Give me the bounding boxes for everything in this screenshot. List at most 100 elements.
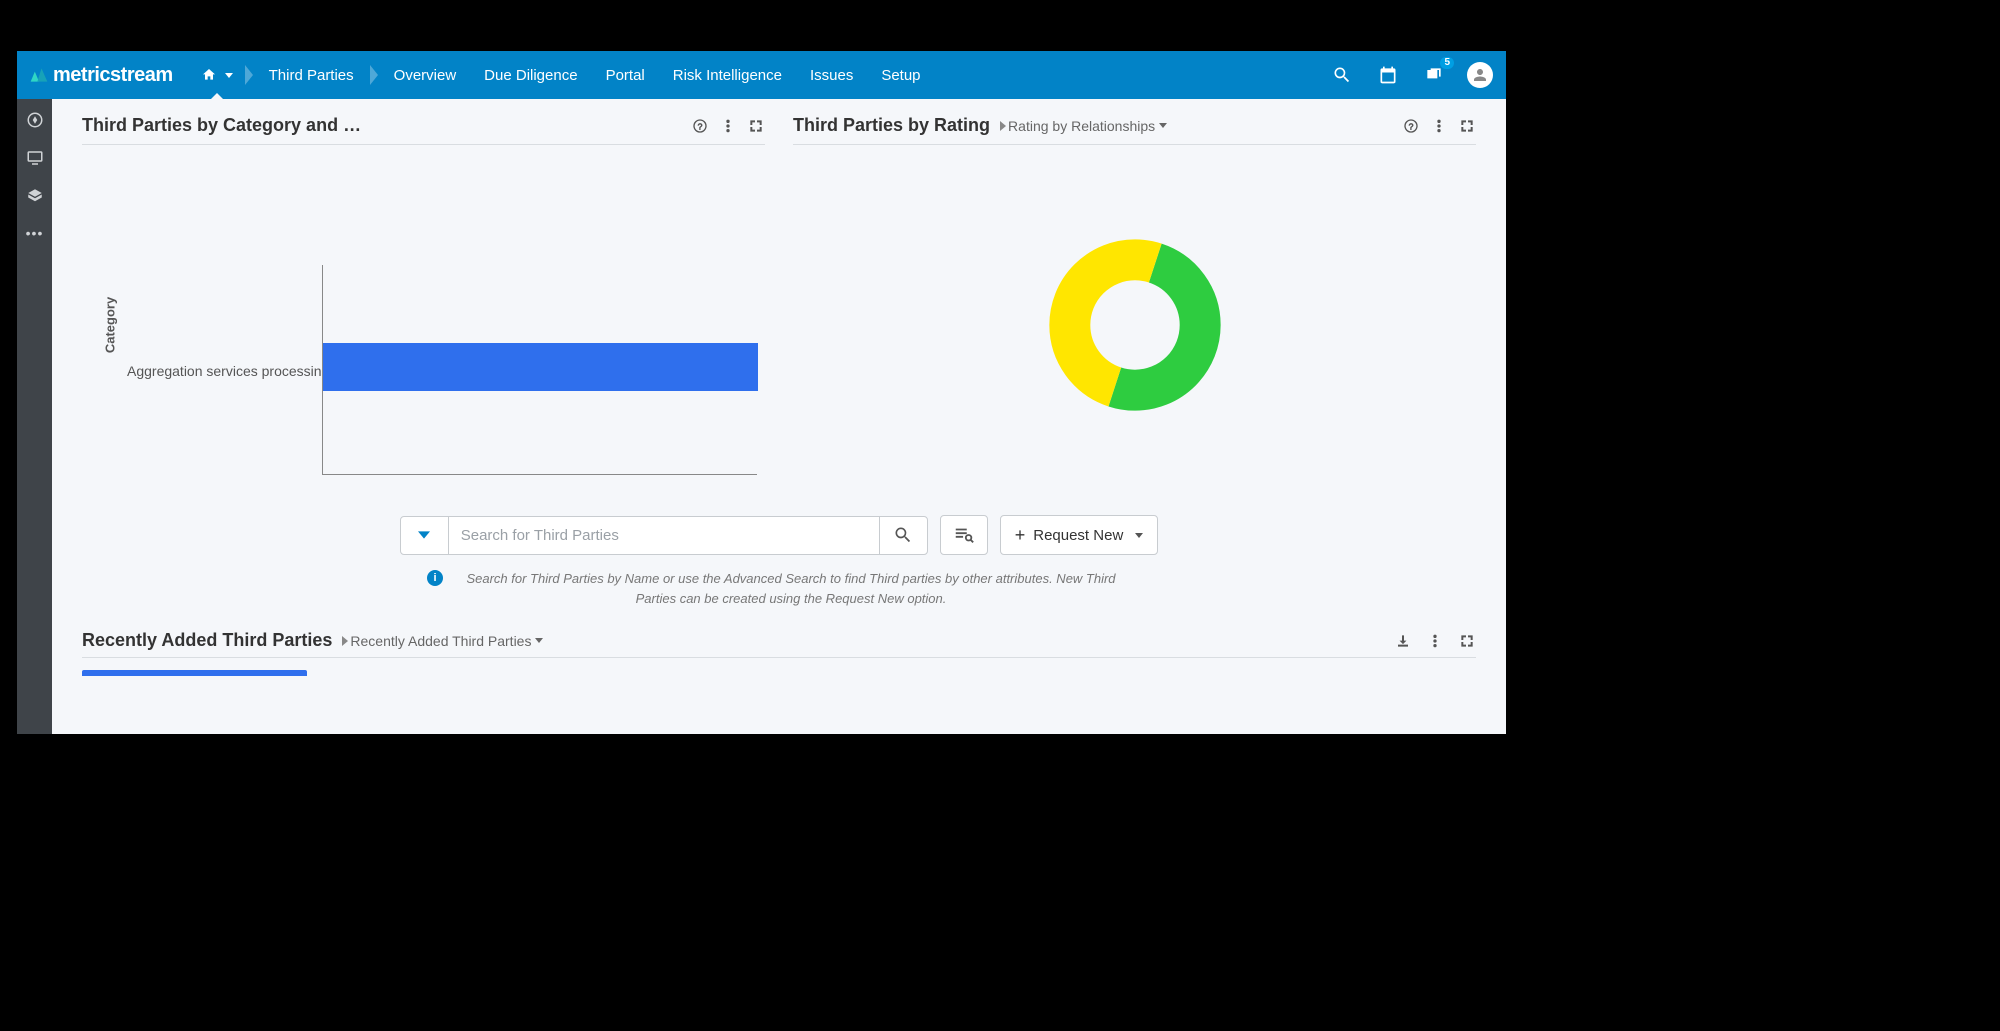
nav-item-issues[interactable]: Issues — [796, 51, 867, 99]
expand-button[interactable] — [1458, 117, 1476, 135]
search-icon — [1332, 65, 1352, 85]
svg-text:?: ? — [698, 121, 703, 131]
kebab-icon — [1427, 633, 1443, 649]
expand-icon — [1459, 118, 1475, 134]
donut-chart — [793, 145, 1476, 505]
export-icon — [1395, 633, 1411, 649]
search-button[interactable] — [1328, 61, 1356, 89]
search-type-dropdown[interactable] — [401, 517, 449, 554]
expand-icon — [1459, 633, 1475, 649]
top-nav: metricstream Third Parties Overview Due … — [17, 51, 1506, 99]
nav-separator-icon — [370, 65, 378, 85]
more-icon[interactable]: ••• — [26, 225, 44, 241]
menu-button[interactable] — [719, 117, 737, 135]
plus-icon: + — [1015, 525, 1026, 546]
chevron-down-icon — [1135, 533, 1143, 538]
search-group — [400, 516, 928, 555]
recent-dropdown[interactable]: Recently Added Third Parties — [342, 633, 543, 649]
calendar-button[interactable] — [1374, 61, 1402, 89]
widget-title: Third Parties by Category and Critical..… — [82, 115, 372, 136]
home-button[interactable] — [191, 51, 243, 99]
nav-label: Issues — [810, 67, 853, 84]
nav-label: Due Diligence — [484, 67, 577, 84]
help-button[interactable]: ? — [691, 117, 709, 135]
nav-right: 5 — [1328, 61, 1494, 89]
request-new-label: Request New — [1033, 527, 1123, 544]
card-top-bar[interactable] — [82, 670, 307, 676]
search-bar: + Request New — [82, 515, 1476, 555]
nav-items: Third Parties Overview Due Diligence Por… — [255, 51, 935, 99]
nav-label: Overview — [394, 67, 457, 84]
chevron-down-icon — [418, 529, 430, 541]
svg-text:?: ? — [1409, 121, 1414, 131]
notifications-button[interactable]: 5 — [1420, 61, 1448, 89]
avatar — [1467, 62, 1493, 88]
recent-header: Recently Added Third Parties Recently Ad… — [82, 630, 1476, 658]
chevron-right-icon — [342, 636, 348, 646]
nav-item-due-diligence[interactable]: Due Diligence — [470, 51, 591, 99]
chevron-down-icon — [535, 638, 543, 643]
nav-label: Setup — [881, 67, 920, 84]
list-search-icon — [953, 524, 975, 546]
info-icon: i — [427, 570, 443, 586]
search-input[interactable] — [449, 517, 879, 554]
stack-icon — [1424, 65, 1444, 85]
chevron-right-icon — [1000, 121, 1006, 131]
search-icon — [893, 525, 913, 545]
left-rail: ••• — [17, 99, 52, 734]
monitor-icon[interactable] — [26, 149, 44, 167]
chevron-down-icon — [1159, 123, 1167, 128]
plot-area — [322, 265, 757, 475]
kebab-icon — [720, 118, 736, 134]
layers-icon[interactable] — [26, 187, 44, 205]
widget-header: Third Parties by Category and Critical..… — [82, 113, 765, 145]
widget-category-criticality: Third Parties by Category and Critical..… — [82, 113, 765, 505]
widget-rating: Third Parties by Rating Rating by Relati… — [793, 113, 1476, 505]
advanced-search-button[interactable] — [940, 515, 988, 555]
menu-button[interactable] — [1426, 632, 1444, 650]
main-content: Third Parties by Category and Critical..… — [52, 99, 1506, 734]
y-axis-label: Category — [103, 297, 118, 353]
nav-label: Third Parties — [269, 67, 354, 84]
request-new-button[interactable]: + Request New — [1000, 515, 1159, 555]
home-icon — [201, 67, 217, 83]
profile-button[interactable] — [1466, 61, 1494, 89]
widget-dropdown[interactable]: Rating by Relationships — [1000, 118, 1167, 134]
nav-item-setup[interactable]: Setup — [867, 51, 934, 99]
nav-item-portal[interactable]: Portal — [592, 51, 659, 99]
chevron-down-icon — [225, 73, 233, 78]
menu-button[interactable] — [1430, 117, 1448, 135]
recent-title: Recently Added Third Parties — [82, 630, 332, 651]
user-icon — [1471, 66, 1489, 84]
expand-button[interactable] — [1458, 632, 1476, 650]
help-icon: ? — [1403, 118, 1419, 134]
search-hint: i Search for Third Parties by Name or us… — [82, 569, 1476, 608]
export-button[interactable] — [1394, 632, 1412, 650]
dropdown-label: Rating by Relationships — [1008, 118, 1155, 134]
hint-text: Search for Third Parties by Name or use … — [451, 569, 1131, 608]
kebab-icon — [1431, 118, 1447, 134]
nav-item-risk-intelligence[interactable]: Risk Intelligence — [659, 51, 796, 99]
dropdown-label: Recently Added Third Parties — [350, 633, 531, 649]
expand-icon — [748, 118, 764, 134]
nav-item-third-parties[interactable]: Third Parties — [255, 51, 368, 99]
widget-title: Third Parties by Rating — [793, 115, 990, 136]
help-button[interactable]: ? — [1402, 117, 1420, 135]
recently-added-section: Recently Added Third Parties Recently Ad… — [82, 630, 1476, 676]
donut-svg[interactable] — [1049, 239, 1221, 411]
brand-mark-icon — [29, 65, 49, 85]
expand-button[interactable] — [747, 117, 765, 135]
search-submit-button[interactable] — [879, 517, 927, 554]
nav-separator-icon — [245, 65, 253, 85]
nav-label: Risk Intelligence — [673, 67, 782, 84]
bar-segment[interactable] — [323, 343, 758, 391]
brand-logo[interactable]: metricstream — [29, 64, 173, 87]
help-icon: ? — [692, 118, 708, 134]
compass-icon[interactable] — [26, 111, 44, 129]
notification-badge: 5 — [1440, 57, 1454, 69]
nav-label: Portal — [606, 67, 645, 84]
category-label: Aggregation services processing — [127, 363, 329, 379]
nav-item-overview[interactable]: Overview — [380, 51, 471, 99]
widget-header: Third Parties by Rating Rating by Relati… — [793, 113, 1476, 145]
calendar-icon — [1378, 65, 1398, 85]
